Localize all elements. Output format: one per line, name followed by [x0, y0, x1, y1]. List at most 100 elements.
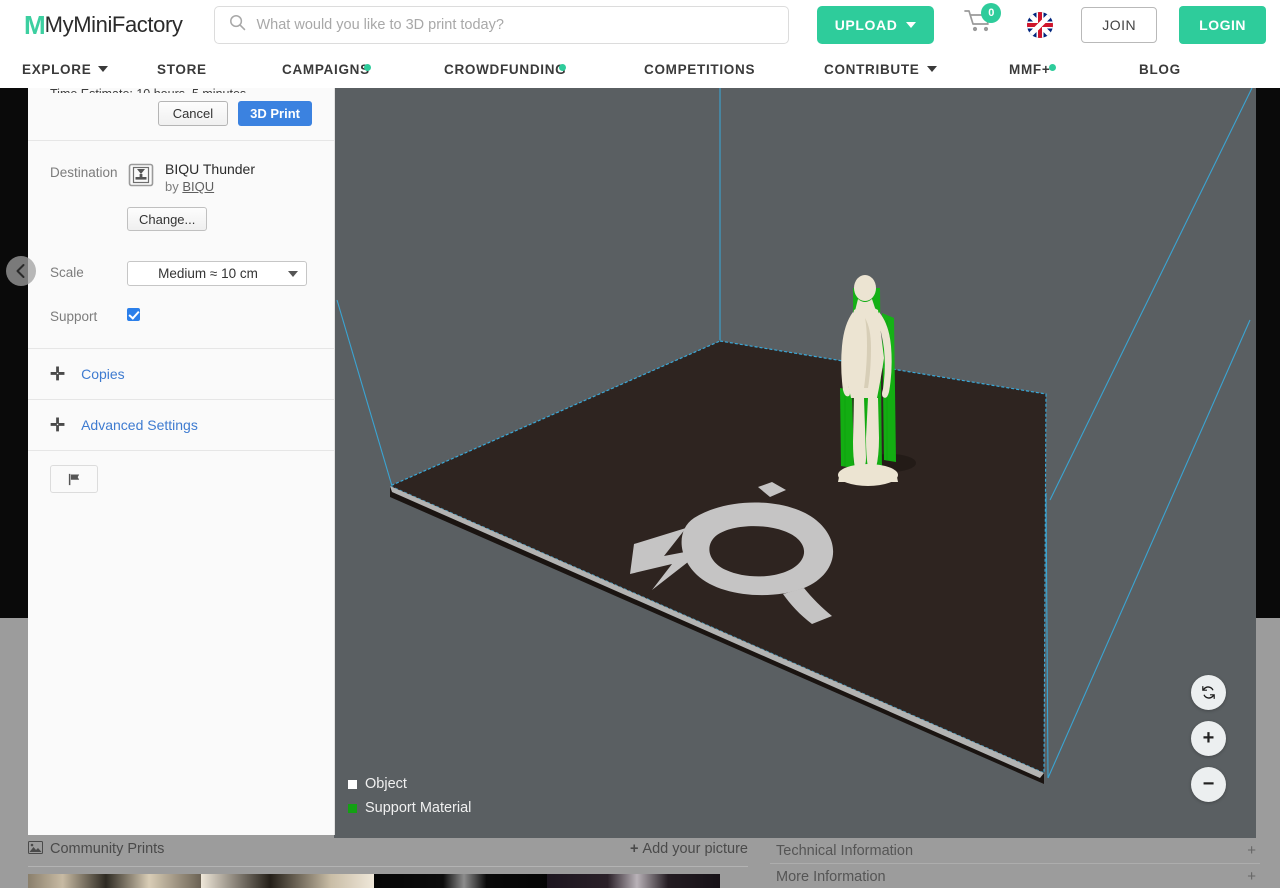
nav-item-campaigns[interactable]: CAMPAIGNS: [282, 62, 444, 77]
nav-item-crowdfunding[interactable]: CROWDFUNDING: [444, 62, 644, 77]
chevron-down-icon: [926, 66, 937, 72]
report-button[interactable]: [50, 465, 98, 493]
flag-icon: [68, 473, 79, 485]
support-label: Support: [50, 309, 98, 324]
notification-dot: [364, 63, 371, 71]
viewport-controls: + −: [1191, 675, 1226, 802]
nav-item-blog[interactable]: BLOG: [1139, 62, 1181, 77]
zoom-out-glyph: −: [1202, 773, 1215, 795]
image-icon: [28, 840, 43, 858]
nav-item-mmf-plus[interactable]: MMF+: [1009, 62, 1139, 77]
thumbnail-item[interactable]: [28, 874, 201, 888]
nav-item-store[interactable]: STORE: [157, 62, 282, 77]
thumbnail-item[interactable]: [374, 874, 547, 888]
upload-button[interactable]: UPLOAD: [816, 6, 935, 44]
cancel-button[interactable]: Cancel: [157, 101, 229, 126]
support-checkbox[interactable]: [127, 308, 140, 321]
search-icon: [229, 14, 246, 36]
copies-label: Copies: [81, 366, 125, 382]
change-printer-button[interactable]: Change...: [127, 207, 208, 231]
header-top-bar: M MyMiniFactory UPLOAD: [0, 0, 1280, 50]
search-input[interactable]: [256, 17, 774, 33]
build-plate: [390, 341, 1046, 773]
community-divider: [28, 866, 748, 867]
printer-icon: [127, 161, 155, 189]
legend-label-object: Object: [365, 776, 407, 792]
logo-text: MyMiniFactory: [44, 12, 183, 37]
main-navigation: EXPLORE STORE CAMPAIGNS CROWDFUNDING COM…: [0, 50, 1280, 88]
add-picture-label: Add your picture: [642, 841, 748, 857]
site-logo[interactable]: M MyMiniFactory: [24, 10, 183, 40]
3d-print-button[interactable]: 3D Print: [238, 101, 312, 126]
chevron-down-icon: [906, 22, 917, 28]
search-box[interactable]: [214, 6, 789, 44]
destination-label: Destination: [50, 165, 118, 180]
nav-label: CONTRIBUTE: [824, 61, 920, 77]
plus-icon: ✛: [50, 415, 66, 435]
cart-button[interactable]: 0: [964, 3, 1002, 42]
nav-label: CAMPAIGNS: [282, 61, 370, 77]
support-row: Support: [28, 286, 334, 349]
zoom-in-glyph: +: [1202, 727, 1215, 749]
destination-printer-name: BIQU Thunder: [165, 161, 256, 177]
advanced-settings-label: Advanced Settings: [81, 417, 198, 433]
legend-swatch-support: [348, 803, 357, 813]
nav-item-competitions[interactable]: COMPETITIONS: [644, 62, 824, 77]
zoom-out-button[interactable]: −: [1191, 767, 1226, 802]
upload-label: UPLOAD: [834, 17, 898, 33]
plus-icon: +: [629, 841, 639, 857]
3d-print-viewport[interactable]: Object Support Material + −: [334, 88, 1256, 838]
viewport-legend: Object Support Material: [348, 772, 471, 820]
scale-label: Scale: [50, 265, 84, 280]
logo-mark: M: [24, 10, 46, 40]
nav-item-contribute[interactable]: CONTRIBUTE: [824, 62, 1009, 77]
legend-label-support: Support Material: [365, 800, 472, 816]
site-header: M MyMiniFactory UPLOAD: [0, 0, 1280, 88]
nav-label: COMPETITIONS: [644, 61, 756, 77]
destination-brand-line: by BIQU: [165, 178, 255, 195]
legend-swatch-object: [348, 779, 357, 789]
legend-item-support: Support Material: [348, 796, 471, 820]
zoom-in-button[interactable]: +: [1191, 721, 1226, 756]
thumbnail-item[interactable]: [201, 874, 374, 888]
collapse-gallery-button[interactable]: [6, 256, 36, 286]
nav-label: MMF+: [1009, 61, 1051, 77]
accordion-technical-information[interactable]: Technical Information +: [770, 838, 1260, 864]
nav-label: STORE: [157, 61, 207, 77]
legend-item-object: Object: [348, 772, 471, 796]
panel-action-buttons: Cancel 3D Print: [28, 93, 334, 141]
advanced-settings-toggle[interactable]: ✛ Advanced Settings: [28, 400, 334, 451]
scale-select[interactable]: Medium ≈ 10 cm: [127, 261, 307, 286]
scale-selected-value: Medium ≈ 10 cm: [158, 266, 258, 281]
chevron-left-icon: [16, 264, 25, 278]
info-accordion-list: Technical Information + More Information…: [770, 838, 1260, 888]
destination-brand-link[interactable]: BIQU: [182, 179, 214, 194]
chevron-down-icon: [98, 66, 109, 72]
report-section: [28, 451, 334, 493]
nav-label: CROWDFUNDING: [444, 61, 567, 77]
chevron-down-icon: [288, 270, 298, 277]
accordion-label: Technical Information: [776, 842, 914, 859]
nav-label: EXPLORE: [22, 61, 92, 77]
nav-item-explore[interactable]: EXPLORE: [22, 62, 157, 77]
right-black-gutter: [1256, 88, 1280, 618]
community-thumbnail-strip: [28, 874, 720, 888]
accordion-label: More Information: [776, 868, 886, 885]
add-your-picture-button[interactable]: + Add your picture: [630, 841, 748, 857]
reset-view-button[interactable]: [1191, 675, 1226, 710]
left-black-gutter: [0, 88, 28, 618]
accordion-more-information[interactable]: More Information +: [770, 864, 1260, 888]
accordion-toggle-icon: +: [1247, 842, 1256, 859]
print-settings-panel: Time Estimate: 10 hours, 5 minutes Cance…: [28, 88, 335, 835]
community-prints-label: Community Prints: [50, 841, 165, 857]
join-button[interactable]: JOIN: [1081, 7, 1158, 43]
refresh-icon: [1202, 686, 1215, 699]
accordion-toggle-icon: +: [1247, 868, 1256, 885]
login-button[interactable]: LOGIN: [1179, 6, 1266, 44]
uk-flag-icon[interactable]: [1027, 12, 1054, 38]
cart-count-badge: 0: [981, 3, 1002, 23]
thumbnail-item[interactable]: [547, 874, 720, 888]
copies-section-toggle[interactable]: ✛ Copies: [28, 349, 334, 400]
notification-dot: [1049, 63, 1056, 71]
notification-dot: [559, 63, 566, 71]
